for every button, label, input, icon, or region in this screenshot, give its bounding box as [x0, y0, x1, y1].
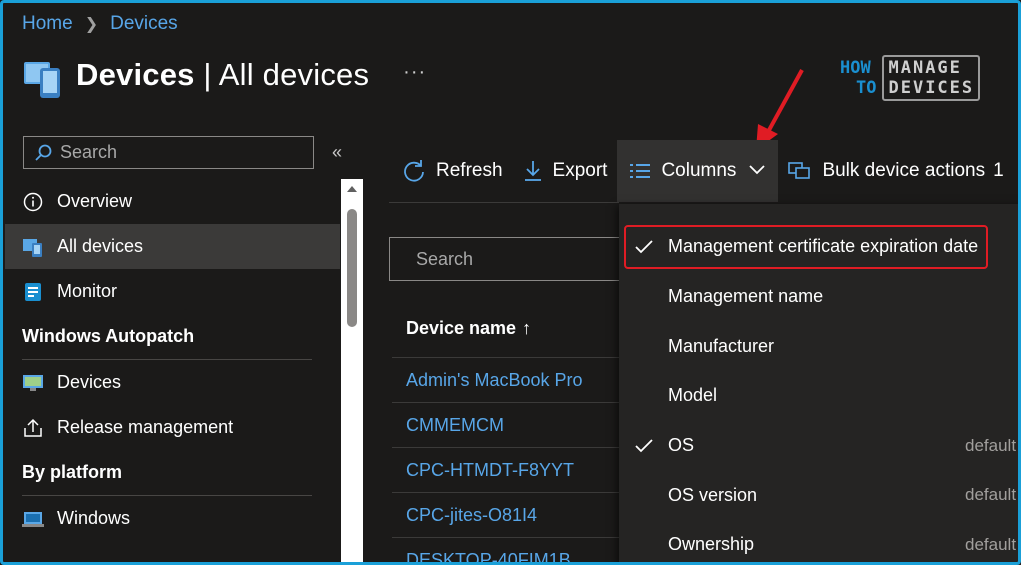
chevron-down-icon — [748, 160, 766, 182]
sidebar-search-field[interactable] — [23, 136, 314, 169]
more-options-button[interactable]: ··· — [403, 61, 426, 84]
refresh-button[interactable]: Refresh — [392, 140, 513, 202]
devices-icon — [22, 236, 44, 258]
checkmark-icon — [619, 438, 668, 454]
sort-ascending-icon: ↑ — [522, 318, 532, 338]
sidebar-item-overview[interactable]: Overview — [5, 179, 340, 224]
sidebar-search-input[interactable] — [60, 142, 292, 163]
sidebar-nav: Overview All devices Monitor Windows Aut… — [5, 179, 340, 541]
sidebar-item-all-devices[interactable]: All devices — [5, 224, 340, 269]
search-icon — [35, 144, 52, 161]
column-option-os[interactable]: OS default — [619, 421, 1021, 471]
monitor-icon — [22, 281, 44, 303]
device-name-link[interactable]: CMMEMCM — [406, 415, 504, 436]
device-name-link[interactable]: CPC-jites-O81I4 — [406, 505, 537, 526]
howtomanagedevices-logo: HOW TO MANAGE DEVICES — [840, 55, 981, 101]
windows-laptop-icon — [22, 508, 44, 530]
columns-list-icon — [629, 161, 651, 181]
info-icon — [22, 191, 44, 213]
upload-icon — [22, 417, 44, 439]
page-title: Devices | All devices — [76, 57, 370, 92]
sidebar-item-autopatch-devices[interactable]: Devices — [5, 360, 340, 405]
scroll-up-icon[interactable] — [347, 186, 357, 192]
bulk-device-actions-button[interactable]: Bulk device actions 1 — [778, 140, 1013, 202]
scroll-thumb[interactable] — [347, 209, 357, 327]
table-row[interactable]: DESKTOP-40FIM1B — [392, 537, 622, 565]
default-badge: default — [965, 534, 1017, 554]
column-option-management-name[interactable]: Management name — [619, 272, 1021, 322]
chevron-right-icon: ❯ — [84, 16, 99, 33]
table-row[interactable]: CPC-jites-O81I4 — [392, 492, 622, 537]
breadcrumb-devices[interactable]: Devices — [110, 13, 178, 35]
autopatch-devices-icon — [22, 372, 44, 394]
refresh-icon — [402, 159, 426, 183]
column-option-model[interactable]: Model — [619, 371, 1021, 421]
export-button[interactable]: Export — [513, 140, 618, 202]
column-option-manufacturer[interactable]: Manufacturer — [619, 321, 1021, 371]
sidebar-item-release-management[interactable]: Release management — [5, 405, 340, 450]
sidebar-item-monitor[interactable]: Monitor — [5, 269, 340, 314]
nav-group-windows-autopatch: Windows Autopatch — [22, 326, 195, 346]
table-row[interactable]: Admin's MacBook Pro — [392, 357, 622, 402]
devices-title-icon — [22, 52, 64, 98]
devices-search-field[interactable] — [389, 237, 648, 281]
sidebar: « Overview All devices Monitor Windows A… — [5, 124, 365, 565]
sidebar-scrollbar[interactable] — [341, 179, 363, 565]
page-header: Devices | All devices ··· — [22, 52, 426, 98]
columns-button[interactable]: Columns — [617, 140, 779, 202]
table-row[interactable]: CMMEMCM — [392, 402, 622, 447]
default-badge: default — [965, 435, 1017, 455]
device-name-link[interactable]: CPC-HTMDT-F8YYT — [406, 460, 574, 481]
column-option-os-version[interactable]: OS version default — [619, 470, 1021, 520]
nav-group-by-platform: By platform — [22, 462, 123, 482]
highlight-annotation-box — [624, 225, 988, 269]
default-badge: default — [965, 485, 1017, 505]
column-option-ownership[interactable]: Ownership default — [619, 520, 1021, 565]
device-name-link[interactable]: Admin's MacBook Pro — [406, 370, 583, 391]
devices-search-input[interactable] — [416, 248, 648, 270]
bulk-actions-icon — [788, 160, 812, 182]
command-bar: Refresh Export Columns Bulk device actio… — [392, 140, 1014, 202]
collapse-sidebar-button[interactable]: « — [332, 142, 342, 163]
table-row[interactable]: CPC-HTMDT-F8YYT — [392, 447, 622, 492]
sidebar-item-windows[interactable]: Windows — [5, 496, 340, 541]
breadcrumb-home[interactable]: Home — [22, 13, 73, 35]
toolbar-divider — [389, 202, 619, 203]
column-header-device-name[interactable]: Device name ↑ — [406, 318, 531, 339]
breadcrumb: Home ❯ Devices — [22, 13, 178, 35]
device-name-link[interactable]: DESKTOP-40FIM1B — [406, 550, 571, 565]
devices-table: Admin's MacBook Pro CMMEMCM CPC-HTMDT-F8… — [392, 357, 622, 565]
download-icon — [523, 159, 543, 183]
